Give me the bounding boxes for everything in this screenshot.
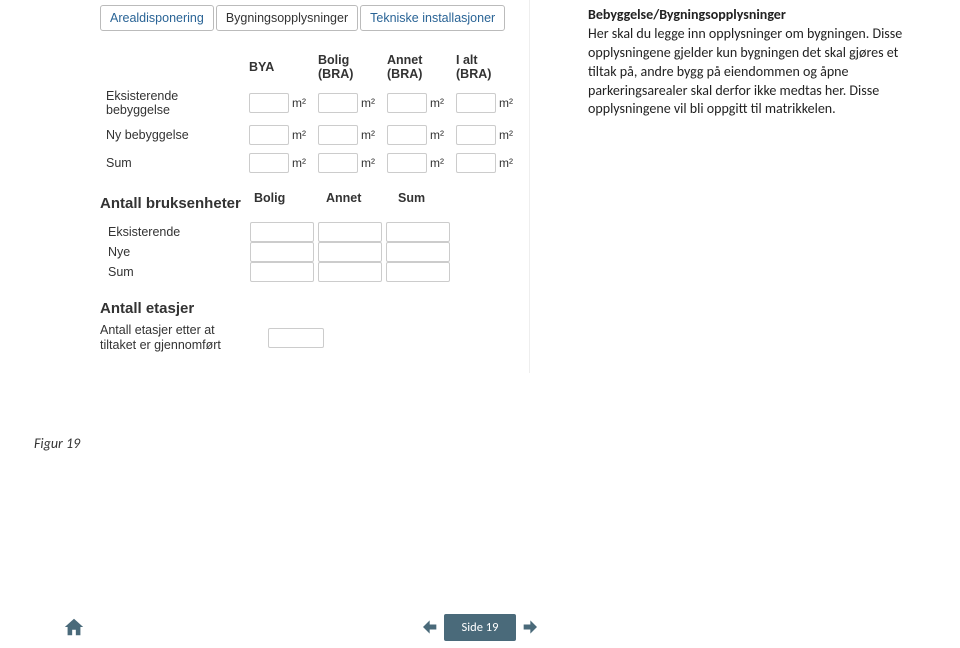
form-panel: Arealdisponering Bygningsopplysninger Te… — [90, 0, 530, 373]
info-panel: Bebyggelse/Bygningsopplysninger Her skal… — [588, 6, 928, 119]
areal-input[interactable] — [249, 125, 289, 145]
bruks-col-annet: Annet — [326, 191, 394, 205]
table-row: Ny bebyggelse m² m² m² m² — [100, 121, 519, 149]
arrow-right-icon — [522, 617, 542, 637]
next-page-button[interactable] — [516, 612, 548, 642]
page-number-badge: Side 19 — [444, 614, 517, 641]
unit-label: m² — [361, 128, 375, 142]
table-row: Sum m² m² m² m² — [100, 149, 519, 177]
areal-row-label: Eksisterende bebyggelse — [100, 85, 243, 121]
etasjer-label: Antall etasjer etter at tiltaket er gjen… — [100, 323, 250, 353]
tab-bygningsopplysninger[interactable]: Bygningsopplysninger — [216, 5, 358, 31]
areal-input[interactable] — [318, 153, 358, 173]
areal-input[interactable] — [387, 93, 427, 113]
tab-arealdisponering[interactable]: Arealdisponering — [100, 5, 214, 31]
unit-label: m² — [292, 156, 306, 170]
table-row: Nye — [100, 242, 519, 262]
areal-col-0 — [100, 49, 243, 85]
unit-label: m² — [430, 156, 444, 170]
areal-input[interactable] — [456, 125, 496, 145]
bruks-input[interactable] — [318, 242, 382, 262]
figure-caption: Figur 19 — [34, 435, 80, 452]
bruks-row-label: Sum — [100, 262, 250, 282]
areal-input[interactable] — [249, 93, 289, 113]
areal-input[interactable] — [456, 93, 496, 113]
unit-label: m² — [499, 96, 513, 110]
etasjer-row: Antall etasjer etter at tiltaket er gjen… — [100, 323, 519, 353]
unit-label: m² — [430, 128, 444, 142]
bruks-input[interactable] — [386, 242, 450, 262]
unit-label: m² — [361, 96, 375, 110]
unit-label: m² — [499, 156, 513, 170]
areal-col-annet-bra: Annet (BRA) — [381, 49, 450, 85]
bruks-input[interactable] — [250, 242, 314, 262]
bruks-input[interactable] — [318, 262, 382, 282]
unit-label: m² — [292, 128, 306, 142]
areal-row-label: Sum — [100, 149, 243, 177]
areal-table: BYA Bolig (BRA) Annet (BRA) I alt (BRA) … — [100, 49, 519, 177]
areal-input[interactable] — [318, 125, 358, 145]
info-title: Bebyggelse/Bygningsopplysninger — [588, 6, 928, 25]
unit-label: m² — [430, 96, 444, 110]
areal-col-ialt-bra: I alt (BRA) — [450, 49, 519, 85]
etasjer-title: Antall etasjer — [100, 300, 519, 317]
unit-label: m² — [292, 96, 306, 110]
areal-row-label: Ny bebyggelse — [100, 121, 243, 149]
areal-input[interactable] — [387, 153, 427, 173]
unit-label: m² — [361, 156, 375, 170]
table-row: Eksisterende — [100, 222, 519, 242]
tab-tekniske-installasjoner[interactable]: Tekniske installasjoner — [360, 5, 505, 31]
tab-bar: Arealdisponering Bygningsopplysninger Te… — [100, 5, 519, 31]
areal-col-bolig-bra: Bolig (BRA) — [312, 49, 381, 85]
table-row: Eksisterende bebyggelse m² m² m² m² — [100, 85, 519, 121]
table-row: Sum — [100, 262, 519, 282]
areal-input[interactable] — [249, 153, 289, 173]
areal-col-bya: BYA — [243, 49, 312, 85]
bruksenheter-title: Antall bruksenheter — [100, 195, 250, 212]
info-body: Her skal du legge inn opplysninger om by… — [588, 25, 928, 119]
bruks-col-bolig: Bolig — [254, 191, 322, 205]
footer-nav: Side 19 — [0, 612, 960, 642]
bruks-row-label: Nye — [100, 242, 250, 262]
areal-input[interactable] — [456, 153, 496, 173]
bruks-input[interactable] — [386, 222, 450, 242]
etasjer-input[interactable] — [268, 328, 324, 348]
bruks-input[interactable] — [318, 222, 382, 242]
bruks-input[interactable] — [250, 262, 314, 282]
unit-label: m² — [499, 128, 513, 142]
bruks-row-label: Eksisterende — [100, 222, 250, 242]
prev-page-button[interactable] — [412, 612, 444, 642]
bruks-input[interactable] — [386, 262, 450, 282]
areal-input[interactable] — [387, 125, 427, 145]
areal-input[interactable] — [318, 93, 358, 113]
bruks-input[interactable] — [250, 222, 314, 242]
arrow-left-icon — [418, 617, 438, 637]
bruks-col-sum: Sum — [398, 191, 466, 205]
